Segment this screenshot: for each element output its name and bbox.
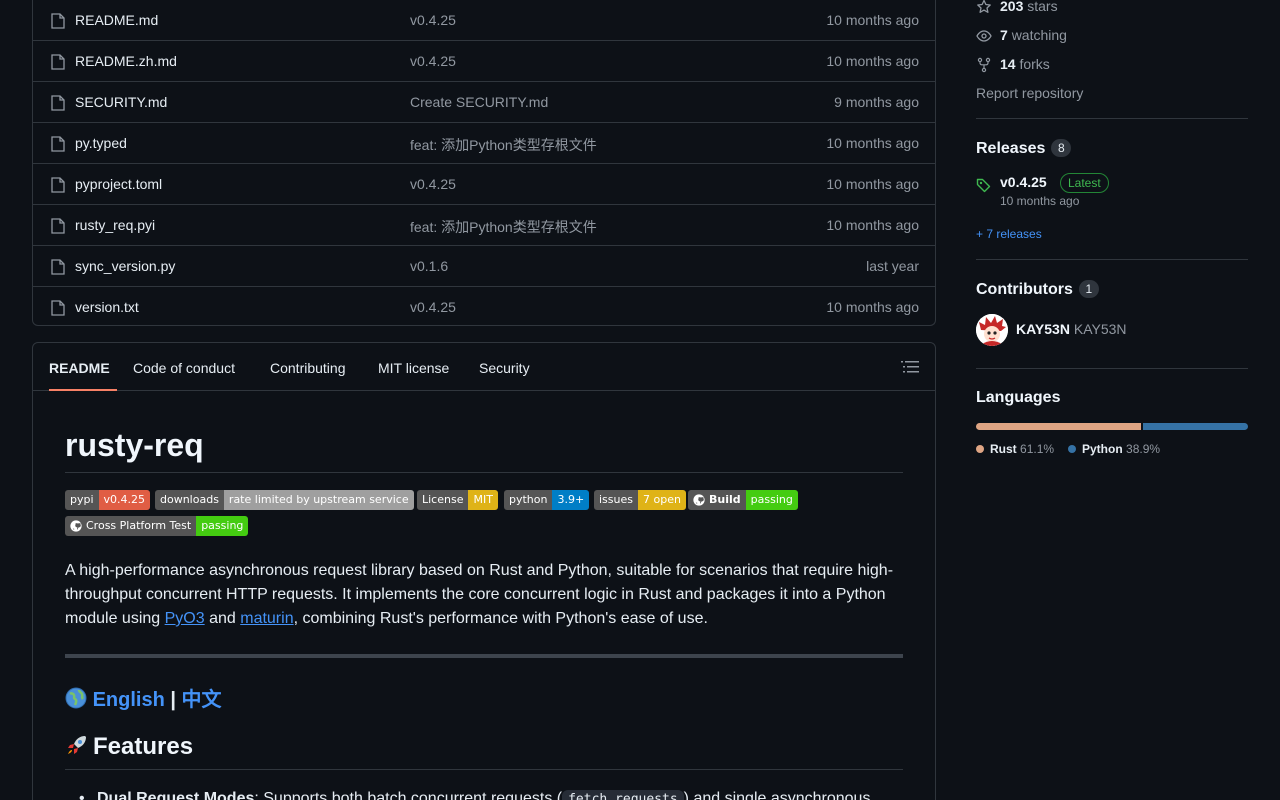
badge-python[interactable]: python 3.9+ xyxy=(504,490,590,510)
eye-icon xyxy=(976,30,992,42)
file-row[interactable]: README.zh.md v0.4.25 10 months ago xyxy=(33,40,935,81)
english-link[interactable]: English xyxy=(93,689,165,711)
commit-time: 10 months ago xyxy=(826,135,919,151)
tab-readme[interactable]: README xyxy=(49,343,117,391)
language-python[interactable]: Python 38.9% xyxy=(1068,442,1160,456)
releases-heading[interactable]: Releases 8 xyxy=(976,139,1072,158)
language-switcher: English | 中文 xyxy=(65,683,222,712)
commit-time: last year xyxy=(866,258,919,274)
commit-time: 10 months ago xyxy=(826,53,919,69)
file-row[interactable]: py.typed feat: 添加Python类型存根文件 10 months … xyxy=(33,122,935,163)
badge-pypi[interactable]: pypi v0.4.25 xyxy=(65,490,151,510)
rust-color-dot xyxy=(976,445,984,453)
file-name[interactable]: rusty_req.pyi xyxy=(75,217,155,233)
file-table: README.md v0.4.25 10 months ago README.z… xyxy=(32,0,936,326)
sidebar-divider xyxy=(976,118,1248,119)
file-icon xyxy=(51,259,65,275)
commit-message[interactable]: feat: 添加Python类型存根文件 xyxy=(410,135,597,155)
file-icon xyxy=(51,136,65,152)
feature-list-item: Dual Request Modes: Supports both batch … xyxy=(79,787,917,800)
file-row[interactable]: README.md v0.4.25 10 months ago xyxy=(33,0,935,40)
commit-time: 10 months ago xyxy=(826,176,919,192)
file-icon xyxy=(51,218,65,234)
maturin-link[interactable]: maturin xyxy=(240,610,293,627)
readme-tabs: README Code of conduct Contributing MIT … xyxy=(33,343,935,391)
fork-icon xyxy=(977,57,991,73)
contributor-avatar-image xyxy=(976,314,1008,346)
file-row[interactable]: sync_version.py v0.1.6 last year xyxy=(33,245,935,286)
file-name[interactable]: README.md xyxy=(75,12,158,28)
star-icon xyxy=(977,0,991,13)
file-name[interactable]: SECURITY.md xyxy=(75,94,167,110)
language-bar xyxy=(976,423,1248,430)
sidebar-divider xyxy=(976,368,1248,369)
file-icon xyxy=(51,300,65,316)
chinese-link[interactable]: 中文 xyxy=(182,689,222,711)
contributor-name: KAY53N xyxy=(1073,321,1127,337)
tag-icon xyxy=(976,178,991,193)
outline-list-icon[interactable] xyxy=(901,359,919,375)
commit-message[interactable]: v0.1.6 xyxy=(410,258,448,274)
tab-mit-license[interactable]: MIT license xyxy=(378,343,449,391)
contributor-entry[interactable]: KAY53N KAY53N xyxy=(1016,321,1127,337)
file-row[interactable]: rusty_req.pyi feat: 添加Python类型存根文件 10 mo… xyxy=(33,204,935,245)
commit-time: 10 months ago xyxy=(826,299,919,315)
latest-release-time: 10 months ago xyxy=(1000,194,1080,208)
file-name[interactable]: py.typed xyxy=(75,135,127,151)
commit-message[interactable]: Create SECURITY.md xyxy=(410,94,548,110)
readme-title: rusty-req xyxy=(65,421,903,473)
rocket-icon xyxy=(68,736,86,754)
languages-heading: Languages xyxy=(976,389,1061,406)
python-color-dot xyxy=(1068,445,1076,453)
file-name[interactable]: version.txt xyxy=(75,299,139,315)
file-icon xyxy=(51,95,65,111)
file-name[interactable]: README.zh.md xyxy=(75,53,177,69)
badge-build[interactable]: Build passing xyxy=(688,490,798,510)
file-icon xyxy=(51,54,65,70)
github-icon xyxy=(693,494,705,506)
tab-code-of-conduct[interactable]: Code of conduct xyxy=(133,343,235,391)
tab-contributing[interactable]: Contributing xyxy=(270,343,346,391)
globe-icon xyxy=(65,687,87,709)
commit-time: 10 months ago xyxy=(826,217,919,233)
contributor-login: KAY53N xyxy=(1016,321,1070,337)
commit-message[interactable]: v0.4.25 xyxy=(410,176,456,192)
badge-cross-platform-test[interactable]: Cross Platform Test passing xyxy=(65,516,249,536)
avatar[interactable] xyxy=(976,314,1008,346)
github-icon xyxy=(70,520,82,532)
latest-version: v0.4.25 xyxy=(1000,174,1047,190)
file-row[interactable]: version.txt v0.4.25 10 months ago xyxy=(33,286,935,327)
commit-time: 9 months ago xyxy=(834,94,919,110)
badge-downloads[interactable]: downloads rate limited by upstream servic… xyxy=(155,490,414,510)
latest-badge: Latest xyxy=(1060,173,1109,193)
file-icon xyxy=(51,177,65,193)
pyo3-link[interactable]: PyO3 xyxy=(165,610,205,627)
contributors-heading[interactable]: Contributors 1 xyxy=(976,280,1099,299)
language-bar-segment-python xyxy=(1142,423,1248,430)
commit-message[interactable]: v0.4.25 xyxy=(410,299,456,315)
file-row[interactable]: pyproject.toml v0.4.25 10 months ago xyxy=(33,163,935,204)
commit-message[interactable]: v0.4.25 xyxy=(410,53,456,69)
sidebar-divider xyxy=(976,259,1248,260)
badge-issues[interactable]: issues 7 open xyxy=(594,490,686,510)
file-icon xyxy=(51,13,65,29)
releases-count: 8 xyxy=(1051,139,1072,157)
contributors-count: 1 xyxy=(1078,280,1099,298)
file-name[interactable]: sync_version.py xyxy=(75,258,175,274)
features-heading: Features xyxy=(65,733,903,770)
file-row[interactable]: SECURITY.md Create SECURITY.md 9 months … xyxy=(33,81,935,122)
readme-panel: README Code of conduct Contributing MIT … xyxy=(32,342,936,800)
file-name[interactable]: pyproject.toml xyxy=(75,176,162,192)
commit-message[interactable]: v0.4.25 xyxy=(410,12,456,28)
language-rust[interactable]: Rust 61.1% xyxy=(976,442,1054,456)
readme-intro: A high-performance asynchronous request … xyxy=(65,562,894,627)
commit-time: 10 months ago xyxy=(826,12,919,28)
language-bar-segment-rust xyxy=(976,423,1141,430)
horizontal-rule xyxy=(65,654,903,658)
tab-security[interactable]: Security xyxy=(479,343,530,391)
badge-license[interactable]: License MIT xyxy=(417,490,498,510)
commit-message[interactable]: feat: 添加Python类型存根文件 xyxy=(410,217,597,237)
more-releases-link[interactable]: + 7 releases xyxy=(976,227,1042,241)
